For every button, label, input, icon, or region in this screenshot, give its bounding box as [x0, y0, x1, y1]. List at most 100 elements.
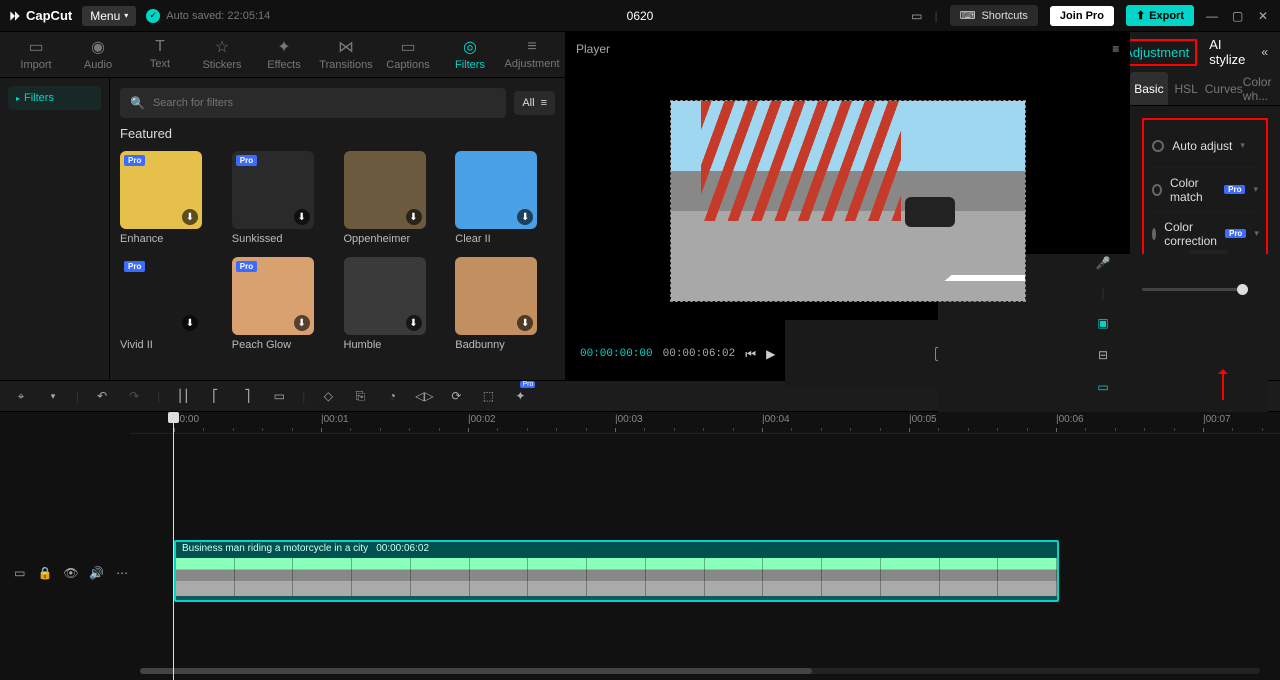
tab-stickers[interactable]: ☆Stickers — [192, 31, 252, 77]
menu-button[interactable]: Menu▾ — [82, 6, 136, 26]
sidebar-item-filters[interactable]: ▸Filters — [8, 86, 101, 110]
join-pro-button[interactable]: Join Pro — [1050, 6, 1114, 26]
title-bar: CapCut Menu▾ ✓ Auto saved: 22:05:14 0620… — [0, 0, 1280, 32]
subtab-basic[interactable]: Basic — [1130, 72, 1167, 105]
layout-icon[interactable]: ▭ — [911, 9, 922, 23]
tab-transitions[interactable]: ⋈Transitions — [316, 31, 376, 77]
chevron-down-icon[interactable]: ▾ — [1253, 184, 1258, 195]
keyboard-icon: ⌨ — [960, 9, 976, 22]
chevron-down-icon[interactable]: ▾ — [1254, 228, 1259, 239]
download-icon[interactable]: ⬇ — [517, 315, 533, 331]
subtab-color-wh-[interactable]: Color wh... — [1243, 72, 1280, 105]
marker-icon[interactable]: ◇ — [319, 387, 337, 405]
undo-icon[interactable]: ↶ — [93, 387, 111, 405]
tab-adjustment[interactable]: ≡Adjustment — [502, 31, 562, 77]
download-icon[interactable]: ⬇ — [406, 209, 422, 225]
timecode-current: 00:00:00:00 — [580, 348, 653, 360]
tab-captions[interactable]: ▭Captions — [378, 31, 438, 77]
redo-icon[interactable]: ↷ — [125, 387, 143, 405]
toggle-icon[interactable] — [1152, 184, 1162, 196]
mirror-icon[interactable]: ◁▷ — [415, 387, 433, 405]
chevron-down-icon[interactable]: ▾ — [44, 387, 62, 405]
track-visible-icon[interactable]: 👁 — [63, 564, 79, 582]
duplicate-icon[interactable]: ⎘ — [351, 387, 369, 405]
subtab-hsl[interactable]: HSL — [1168, 72, 1205, 105]
timeline-scrollbar[interactable] — [140, 668, 1260, 674]
player-menu-icon[interactable]: ≡ — [1112, 42, 1119, 56]
tab-ai-stylize[interactable]: AI stylize — [1209, 37, 1245, 67]
filter-card[interactable]: ⬇Oppenheimer — [344, 151, 444, 245]
track-mute-icon[interactable]: 🔊 — [89, 564, 105, 582]
effects-icon: ✦ — [277, 37, 290, 57]
adjust-row-auto-adjust[interactable]: Auto adjust▾ — [1152, 124, 1258, 168]
trim-right-icon[interactable]: ⎤ — [238, 387, 256, 405]
filter-card[interactable]: ⬇Humble — [344, 257, 444, 351]
download-icon[interactable]: ⬇ — [182, 209, 198, 225]
export-button[interactable]: ⬆ Export — [1126, 5, 1194, 26]
project-title: 0620 — [627, 9, 654, 23]
filter-card[interactable]: Pro⬇Enhance — [120, 151, 220, 245]
playhead[interactable] — [173, 412, 174, 680]
prev-frame-icon[interactable]: ⏮ — [745, 347, 756, 362]
tab-effects[interactable]: ✦Effects — [254, 31, 314, 77]
filter-card[interactable]: ⬇ Clear II — [455, 151, 555, 245]
track-collapse-icon[interactable]: ▭ — [12, 564, 28, 582]
adjust-row-color-match[interactable]: Color matchPro▾ — [1152, 168, 1258, 212]
tab-adjustment[interactable]: Adjustment — [1130, 43, 1193, 62]
download-icon[interactable]: ⬇ — [517, 209, 533, 225]
filter-card[interactable]: Pro⬇Sunkissed — [232, 151, 332, 245]
snap-icon[interactable]: ▭ — [1094, 378, 1112, 396]
track-area[interactable]: ✎ Business man riding a motorcycle in a … — [130, 434, 1280, 680]
crop-tool-icon[interactable]: ⬚ — [479, 387, 497, 405]
maximize-icon[interactable]: ▢ — [1232, 9, 1246, 23]
media-sub-sidebar: ▸Filters — [0, 78, 110, 380]
enhance-icon[interactable]: ✦Pro — [511, 387, 529, 405]
video-clip[interactable]: Business man riding a motorcycle in a ci… — [174, 540, 1059, 602]
toggle-icon[interactable] — [1152, 140, 1164, 152]
subtab-curves[interactable]: Curves — [1205, 72, 1243, 105]
mic-icon[interactable]: 🎤 — [1094, 254, 1112, 272]
download-icon[interactable]: ⬇ — [182, 315, 198, 331]
track-more-icon[interactable]: ⋯ — [114, 564, 130, 582]
download-icon[interactable]: ⬇ — [294, 315, 310, 331]
tab-text[interactable]: TText — [130, 31, 190, 77]
delete-icon[interactable]: ▭ — [270, 387, 288, 405]
tab-import[interactable]: ▭Import — [6, 31, 66, 77]
track-lock-icon[interactable]: 🔒 — [38, 564, 54, 582]
pointer-tool-icon[interactable]: ⌖ — [12, 387, 30, 405]
magnet-link-icon[interactable]: ⊟ — [1094, 346, 1112, 364]
search-input[interactable]: 🔍 — [120, 88, 506, 118]
filter-card[interactable]: Pro⬇Peach Glow — [232, 257, 332, 351]
ruler-tick: |00:02 — [468, 414, 496, 425]
toggle-icon[interactable] — [1152, 228, 1156, 240]
tab-filters[interactable]: ◎Filters — [440, 31, 500, 77]
split-icon[interactable]: ⎮⎮ — [174, 387, 192, 405]
play-icon[interactable]: ▶ — [766, 347, 775, 361]
check-icon: ✓ — [146, 9, 160, 23]
speed-icon[interactable]: ◔ — [383, 387, 401, 405]
timeline-ruler[interactable]: 00:00|00:01|00:02|00:03|00:04|00:05|00:0… — [130, 412, 1280, 434]
tab-audio[interactable]: ◉Audio — [68, 31, 128, 77]
filter-all-button[interactable]: All ≡ — [514, 91, 555, 115]
magnet-main-icon[interactable]: ▣ — [1094, 314, 1112, 332]
filters-icon: ◎ — [463, 37, 477, 57]
close-icon[interactable]: ✕ — [1258, 9, 1272, 23]
filter-grid: Pro⬇EnhancePro⬇Sunkissed⬇Oppenheimer⬇Cle… — [120, 151, 555, 351]
download-icon[interactable]: ⬇ — [294, 209, 310, 225]
adjust-slider[interactable] — [1142, 288, 1248, 291]
download-icon[interactable]: ⬇ — [406, 315, 422, 331]
minimize-icon[interactable]: ― — [1206, 9, 1220, 23]
annotation-arrow — [1222, 370, 1224, 400]
chevron-down-icon[interactable]: ▾ — [1240, 140, 1245, 151]
filter-label: Clear II — [455, 233, 555, 245]
collapse-icon[interactable]: « — [1261, 45, 1268, 59]
shortcuts-button[interactable]: ⌨ Shortcuts — [950, 5, 1038, 26]
player-viewport[interactable] — [671, 101, 1025, 301]
filter-card[interactable]: Pro⬇Vivid II — [120, 257, 220, 351]
transitions-icon: ⋈ — [338, 37, 354, 57]
rotate-icon[interactable]: ⟳ — [447, 387, 465, 405]
filter-label: Vivid II — [120, 339, 220, 351]
filter-card[interactable]: ⬇Badbunny — [455, 257, 555, 351]
filter-label: Sunkissed — [232, 233, 332, 245]
trim-left-icon[interactable]: ⎡ — [206, 387, 224, 405]
